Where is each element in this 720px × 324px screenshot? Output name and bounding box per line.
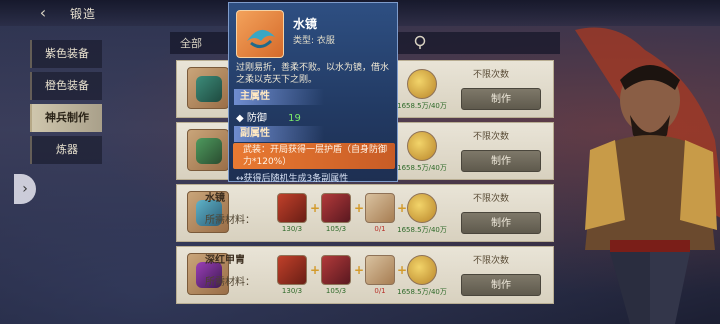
- craft-button[interactable]: 制作: [461, 212, 541, 234]
- material-row: 130/3 + 105/3 + 0/1 + 1658.5万/40万: [277, 193, 447, 237]
- recipe-card: 深红甲胄 所需材料： 130/3 + 105/3 + 0/1 + 1658.5万…: [176, 246, 554, 304]
- plus-icon: +: [354, 263, 365, 277]
- material-icon[interactable]: [365, 193, 395, 223]
- tooltip-item-type: 类型: 衣服: [293, 36, 335, 46]
- material-icon[interactable]: [321, 255, 351, 285]
- material-row: 130/3 + 105/3 + 0/1 + 1658.5万/40万: [277, 255, 447, 299]
- material-count: 1658.5万/40万: [397, 164, 447, 172]
- stat-name: 防御: [246, 113, 267, 124]
- stat-value: 19: [288, 113, 301, 124]
- plus-icon: +: [310, 201, 321, 215]
- materials-label: 所需材料：: [205, 277, 255, 288]
- hero-character: [575, 27, 720, 324]
- craft-limit: 不限次数: [472, 256, 509, 266]
- nav-item-divine-weapon[interactable]: 神兵制作: [30, 104, 102, 132]
- material-icon[interactable]: [365, 255, 395, 285]
- craft-limit: 不限次数: [472, 194, 509, 204]
- recipe-card: 水镜 所需材料： 130/3 + 105/3 + 0/1 + 1658.5万/4…: [176, 184, 554, 242]
- tooltip-item-name: 水镜: [293, 17, 318, 31]
- sub-attribute-text: 武装：开局获得一层护盾（自身防御力*120%）: [233, 143, 395, 169]
- main-stat-row: ◆ 防御 19: [236, 109, 301, 124]
- ring-icon[interactable]: [412, 34, 428, 50]
- craft-limit: 不限次数: [472, 70, 509, 80]
- nav-item-refining[interactable]: 炼器: [30, 136, 102, 164]
- material-icon[interactable]: [277, 255, 307, 285]
- material-count: 1658.5万/40万: [397, 226, 447, 234]
- craft-button[interactable]: 制作: [461, 88, 541, 110]
- craft-button[interactable]: 制作: [461, 274, 541, 296]
- plus-icon: +: [397, 201, 408, 215]
- tooltip-description: 过刚易折，善柔不败。以水为镜，借水之柔以克天下之刚。: [236, 63, 390, 85]
- plus-icon: +: [397, 263, 408, 277]
- craft-limit: 不限次数: [472, 132, 509, 142]
- main-attribute-header: 主属性: [234, 89, 324, 105]
- craft-button[interactable]: 制作: [461, 150, 541, 172]
- shield-icon: ◆: [236, 113, 244, 124]
- armor-icon: [236, 10, 284, 58]
- nav-item-purple-gear[interactable]: 紫色装备: [30, 40, 102, 68]
- recipe-name: 深红甲胄: [205, 255, 245, 266]
- material-count: 1658.5万/40万: [397, 288, 447, 296]
- nav-item-orange-gear[interactable]: 橙色装备: [30, 72, 102, 100]
- sub-attribute-header: 副属性: [234, 126, 324, 142]
- filter-tab-all[interactable]: 全部: [180, 35, 202, 51]
- plus-icon: +: [310, 263, 321, 277]
- material-count: 0/1: [374, 287, 386, 295]
- materials-label: 所需材料：: [205, 215, 255, 226]
- material-count: 105/3: [325, 287, 347, 295]
- recipe-item-thumb[interactable]: [187, 67, 229, 109]
- material-count: 105/3: [325, 225, 347, 233]
- material-count: 0/1: [374, 225, 386, 233]
- coin-icon: [407, 193, 437, 223]
- coin-icon: [407, 69, 437, 99]
- page-title: 锻造: [70, 7, 97, 21]
- recipe-item-thumb[interactable]: [187, 129, 229, 171]
- back-button[interactable]: ‹: [30, 3, 56, 23]
- material-count: 1658.5万/40万: [397, 102, 447, 110]
- material-icon[interactable]: [321, 193, 351, 223]
- item-tooltip: 水镜 类型: 衣服 过刚易折，善柔不败。以水为镜，借水之柔以克天下之刚。 主属性…: [228, 2, 398, 184]
- category-nav: 紫色装备 橙色装备 神兵制作 炼器: [30, 40, 102, 168]
- material-icon[interactable]: [277, 193, 307, 223]
- material-count: 130/3: [281, 287, 303, 295]
- recipe-name: 水镜: [205, 193, 225, 204]
- tooltip-note: ↔获得后随机生成3条副属性: [236, 174, 349, 184]
- coin-icon: [407, 131, 437, 161]
- coin-icon: [407, 255, 437, 285]
- plus-icon: +: [354, 201, 365, 215]
- material-count: 130/3: [281, 225, 303, 233]
